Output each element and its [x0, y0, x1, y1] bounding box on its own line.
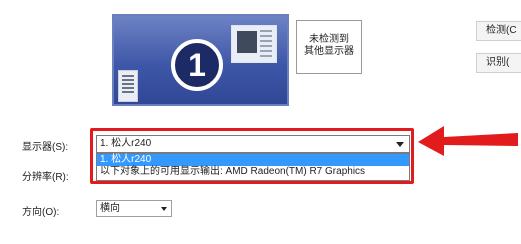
monitor-2-tile[interactable]: 未检测到 其他显示器 — [296, 20, 362, 74]
monitor-2-line1: 未检测到 — [309, 34, 349, 45]
chevron-down-icon[interactable] — [161, 207, 167, 211]
orientation-label: 方向(O): — [22, 207, 60, 218]
detect-button[interactable]: 检测(C — [476, 21, 521, 41]
monitor-2-line2: 其他显示器 — [304, 46, 354, 57]
monitor-number-badge: 1 — [171, 39, 223, 91]
identify-button[interactable]: 识别( — [476, 53, 521, 73]
monitor-1-tile[interactable]: 1 — [112, 14, 289, 106]
display-label: 显示器(S): — [22, 142, 69, 153]
annotation-arrow-icon — [418, 126, 518, 156]
computer-icon — [231, 25, 277, 63]
pc-tower-icon — [118, 70, 138, 102]
orientation-select[interactable]: 横向 — [96, 200, 172, 217]
orientation-select-value: 横向 — [100, 203, 120, 214]
resolution-label: 分辨率(R): — [22, 172, 69, 183]
annotation-highlight-box — [90, 128, 414, 184]
